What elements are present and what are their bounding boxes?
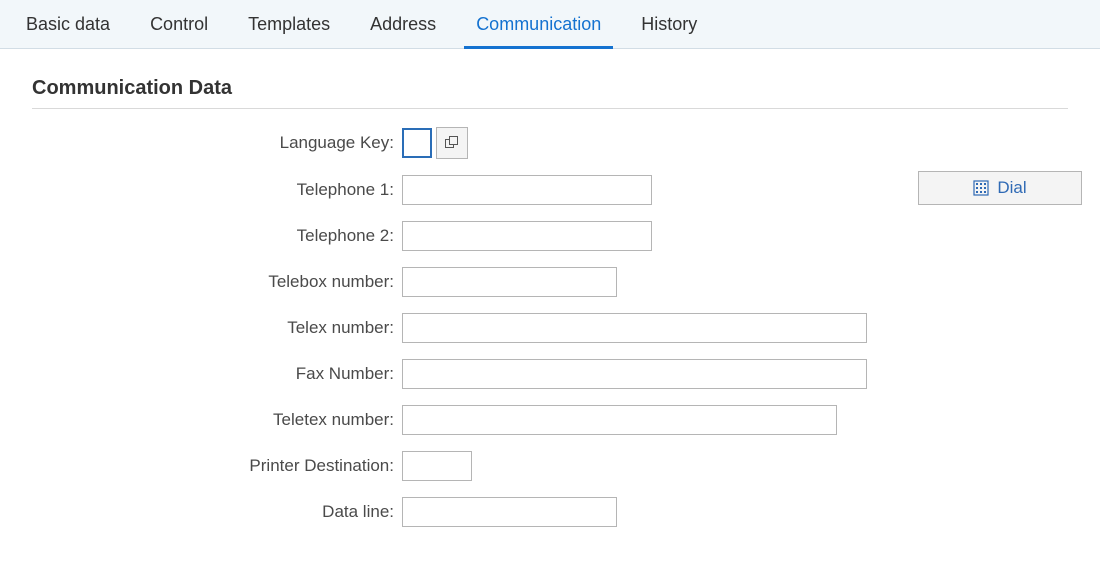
dial-button-label: Dial (997, 178, 1026, 198)
telephone-2-input[interactable] (402, 221, 652, 251)
label-telebox-number: Telebox number: (32, 272, 402, 292)
tab-label: Basic data (26, 14, 110, 34)
tab-label: Templates (248, 14, 330, 34)
row-printer-destination: Printer Destination: (32, 451, 1068, 481)
tab-communication[interactable]: Communication (456, 0, 621, 48)
tab-templates[interactable]: Templates (228, 0, 350, 48)
tab-control[interactable]: Control (130, 0, 228, 48)
label-language-key: Language Key: (32, 133, 402, 153)
label-printer-destination: Printer Destination: (32, 456, 402, 476)
fax-number-input[interactable] (402, 359, 867, 389)
telex-number-input[interactable] (402, 313, 867, 343)
telebox-number-input[interactable] (402, 267, 617, 297)
row-fax-number: Fax Number: (32, 359, 1068, 389)
printer-destination-input[interactable] (402, 451, 472, 481)
form-communication-data: Dial Language Key: Telephone 1: Telephon… (0, 109, 1100, 527)
label-data-line: Data line: (32, 502, 402, 522)
tab-history[interactable]: History (621, 0, 717, 48)
phone-keypad-icon (973, 180, 989, 196)
label-fax-number: Fax Number: (32, 364, 402, 384)
dial-button[interactable]: Dial (918, 171, 1082, 205)
tab-strip: Basic data Control Templates Address Com… (0, 0, 1100, 49)
data-line-input[interactable] (402, 497, 617, 527)
value-help-icon (445, 136, 459, 150)
teletex-number-input[interactable] (402, 405, 837, 435)
section-title: Communication Data (32, 77, 1068, 100)
label-telephone-1: Telephone 1: (32, 180, 402, 200)
language-key-input[interactable] (402, 128, 432, 158)
tab-basic-data[interactable]: Basic data (6, 0, 130, 48)
label-telex-number: Telex number: (32, 318, 402, 338)
label-teletex-number: Teletex number: (32, 410, 402, 430)
tab-label: Address (370, 14, 436, 34)
tab-label: History (641, 14, 697, 34)
row-language-key: Language Key: (32, 127, 1068, 159)
tab-label: Control (150, 14, 208, 34)
row-data-line: Data line: (32, 497, 1068, 527)
row-telebox-number: Telebox number: (32, 267, 1068, 297)
row-teletex-number: Teletex number: (32, 405, 1068, 435)
tab-address[interactable]: Address (350, 0, 456, 48)
language-key-valuehelp-button[interactable] (436, 127, 468, 159)
telephone-1-input[interactable] (402, 175, 652, 205)
label-telephone-2: Telephone 2: (32, 226, 402, 246)
section-communication-data: Communication Data (0, 49, 1100, 109)
row-telex-number: Telex number: (32, 313, 1068, 343)
row-telephone-1: Telephone 1: (32, 175, 1068, 205)
row-telephone-2: Telephone 2: (32, 221, 1068, 251)
tab-label: Communication (476, 14, 601, 34)
